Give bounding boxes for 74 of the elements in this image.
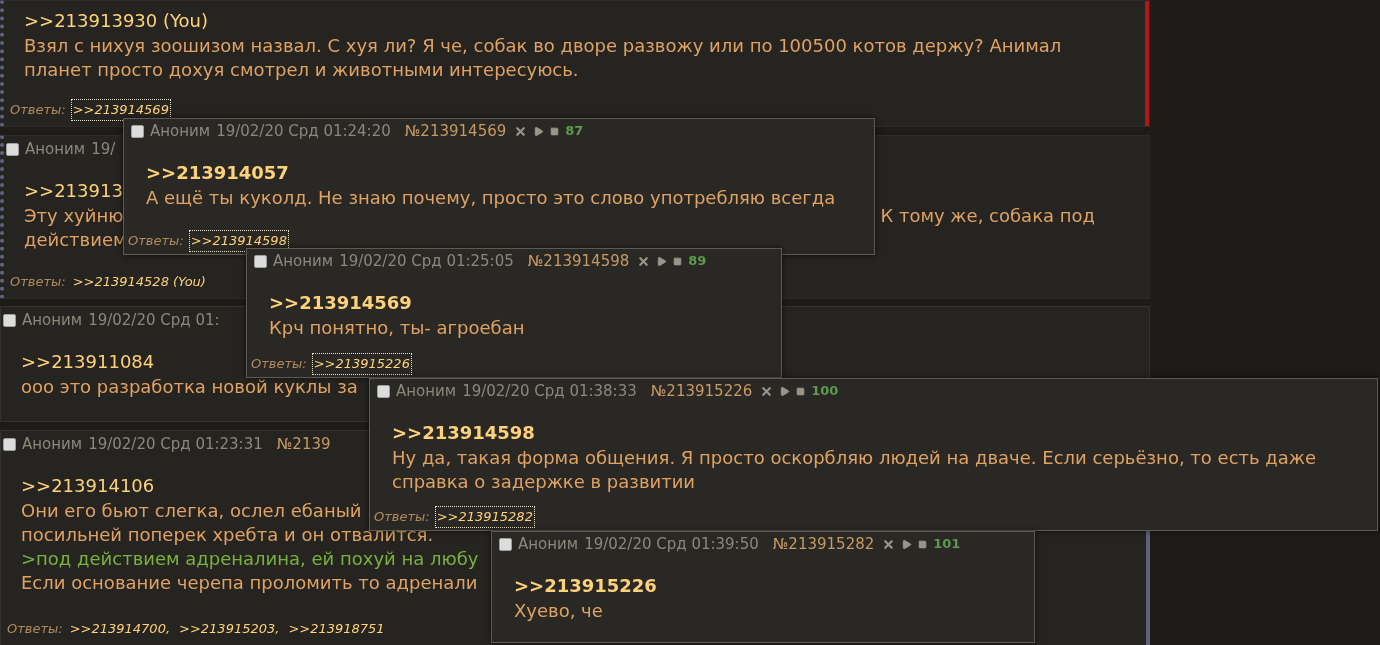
stop-icon[interactable] xyxy=(550,126,560,136)
post-text: Ну да, такая форма общения. Я просто оскорбляю людей на дваче. Если серьёзно, то есть даже xyxy=(392,446,1317,470)
close-icon[interactable] xyxy=(760,384,774,398)
play-icon[interactable] xyxy=(533,125,545,137)
reply-link[interactable]: >>213914598 xyxy=(392,421,535,445)
reply-link[interactable]: >>213914700, xyxy=(67,618,173,640)
reply-link[interactable]: >>213915226 xyxy=(514,574,657,598)
poster-name: Аноним xyxy=(22,309,83,331)
replies-label: Ответы: xyxy=(10,273,66,292)
post-date: 19/ xyxy=(91,138,116,160)
reply-count: 101 xyxy=(933,535,961,554)
post-number[interactable]: №213914598 xyxy=(527,249,630,273)
reply-count: 100 xyxy=(811,382,839,401)
stop-icon[interactable] xyxy=(673,256,683,266)
post-date: 19/02/20 Срд 01:24:20 xyxy=(216,120,391,142)
stop-icon[interactable] xyxy=(796,386,806,396)
post-number[interactable]: №213914569 xyxy=(404,119,507,143)
reply-link[interactable]: >>213918751 xyxy=(286,618,387,640)
poster-name: Аноним xyxy=(518,533,579,555)
greentext-line: >под действием адреналина, ей похуй на любу xyxy=(21,547,479,571)
checkbox[interactable] xyxy=(254,254,267,268)
post-date: 19/02/20 Срд 01:39:50 xyxy=(584,533,759,555)
reply-link[interactable]: >>213914569 xyxy=(269,291,412,315)
checkbox[interactable] xyxy=(499,537,512,551)
post-text: А ещё ты куколд. Не знаю почему, просто это слово употребляю всегда xyxy=(146,186,836,210)
checkbox[interactable] xyxy=(3,313,16,327)
reply-link[interactable]: >>213911084 xyxy=(21,350,155,374)
replies-label: Ответы: xyxy=(7,620,63,639)
stop-icon[interactable] xyxy=(918,539,928,549)
post-number[interactable]: №2139 xyxy=(276,432,331,456)
post-text: Если основание черепа проломить то адренали xyxy=(21,571,478,595)
reply-link[interactable]: >>213915203, xyxy=(177,618,282,640)
post-date: 19/02/20 Срд 01:23:31 xyxy=(88,433,263,455)
post-text: Крч понятно, ты- агроебан xyxy=(269,316,525,340)
post-date: 19/02/20 Срд 01:25:05 xyxy=(339,250,514,272)
poster-name: Аноним xyxy=(396,380,457,402)
replies-label: Ответы: xyxy=(10,101,66,120)
reply-link[interactable]: >>213913930 (You) xyxy=(24,9,209,33)
poster-name: Аноним xyxy=(150,120,211,142)
replies-label: Ответы: xyxy=(128,232,184,251)
post-text: Взял с нихуя зоошизом назвал. С хуя ли? Я че, собак во дворе развожу или по 100500 котов держу? Анимал xyxy=(24,34,1062,58)
reply-count: 87 xyxy=(565,122,584,141)
post-text: Они его бьют слегка, ослел ебаный xyxy=(21,499,362,523)
poster-name: Аноним xyxy=(25,138,86,160)
post-text: Хуево, че xyxy=(514,599,603,623)
post-date: 19/02/20 Срд 01: xyxy=(88,309,220,331)
post-text: справка о задержке в развитии xyxy=(392,470,696,494)
play-icon[interactable] xyxy=(779,385,791,397)
reply-link[interactable]: >>213915226 xyxy=(311,353,412,375)
reply-link[interactable]: >>213914106 xyxy=(21,474,155,498)
reply-link[interactable]: >>213913 xyxy=(24,179,123,203)
post-number[interactable]: №213915282 xyxy=(772,532,875,556)
close-icon[interactable] xyxy=(637,254,651,268)
checkbox[interactable] xyxy=(6,142,19,156)
replies-label: Ответы: xyxy=(251,355,307,374)
reply-link[interactable]: >>213914528 (You) xyxy=(70,271,208,293)
post-text: Эту хуйню xyxy=(24,204,124,228)
reply-link[interactable]: >>213914057 xyxy=(146,161,289,185)
checkbox[interactable] xyxy=(131,124,144,138)
post-text: К тому же, собака под xyxy=(880,204,1095,228)
poster-name: Аноним xyxy=(273,250,334,272)
post-text: планет просто дохуя смотрел и животными интересуюсь. xyxy=(24,58,579,82)
post-text: ооо это разработка новой куклы за xyxy=(21,375,358,399)
reply-link[interactable]: >>213915282 xyxy=(434,506,535,528)
close-icon[interactable] xyxy=(514,124,528,138)
post-date: 19/02/20 Срд 01:38:33 xyxy=(462,380,637,402)
checkbox[interactable] xyxy=(3,437,16,451)
poster-name: Аноним xyxy=(22,433,83,455)
play-icon[interactable] xyxy=(901,538,913,550)
play-icon[interactable] xyxy=(656,255,668,267)
reply-count: 89 xyxy=(688,252,707,271)
close-icon[interactable] xyxy=(882,537,896,551)
post-number[interactable]: №213915226 xyxy=(650,379,753,403)
checkbox[interactable] xyxy=(377,384,390,398)
